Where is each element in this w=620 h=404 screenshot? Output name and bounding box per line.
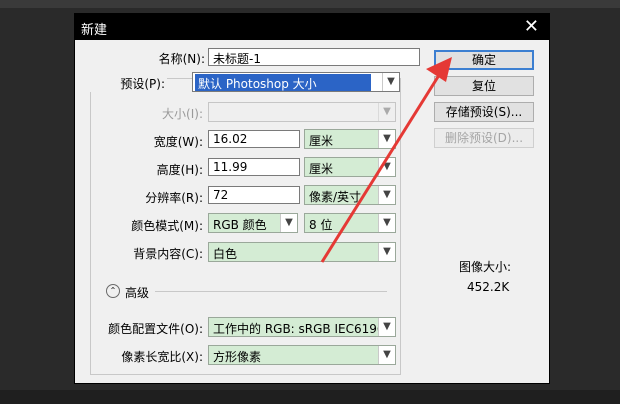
- color-mode-label: 颜色模式(M):: [131, 219, 203, 233]
- resolution-unit-value: 像素/英寸: [309, 190, 362, 204]
- dialog-title: 新建: [81, 23, 108, 38]
- chevron-down-icon: ▼: [378, 318, 395, 336]
- chevron-down-icon: ▼: [378, 158, 395, 176]
- bit-depth-value: 8 位: [309, 218, 333, 232]
- width-label: 宽度(W):: [153, 135, 203, 149]
- color-profile-value: 工作中的 RGB: sRGB IEC6196...: [213, 322, 396, 336]
- height-unit-value: 厘米: [309, 162, 334, 176]
- background-value: 白色: [213, 247, 238, 261]
- workspace-bottom-bar: [0, 390, 620, 404]
- chevron-down-icon: ▼: [280, 214, 297, 232]
- width-input[interactable]: 16.02: [208, 130, 300, 148]
- chevron-down-icon: ▼: [378, 186, 395, 204]
- pixel-aspect-select[interactable]: 方形像素 ▼: [208, 345, 396, 365]
- name-label: 名称(N):: [158, 52, 205, 66]
- resolution-label: 分辨率(R):: [145, 191, 203, 205]
- name-input[interactable]: 未标题-1: [208, 48, 420, 66]
- pixel-aspect-label: 像素长宽比(X):: [121, 350, 203, 364]
- advanced-toggle-label[interactable]: 高级: [125, 284, 149, 301]
- advanced-divider: [155, 291, 387, 292]
- chevron-down-icon: ▼: [378, 130, 395, 148]
- resolution-value: 72: [213, 188, 229, 202]
- preset-select[interactable]: 默认 Photoshop 大小 ▼: [192, 72, 400, 92]
- width-unit-select[interactable]: 厘米 ▼: [304, 129, 396, 149]
- resolution-unit-select[interactable]: 像素/英寸 ▼: [304, 185, 396, 205]
- image-size-label: 图像大小:: [459, 260, 512, 274]
- width-unit-value: 厘米: [309, 134, 334, 148]
- ok-button[interactable]: 确定: [434, 50, 534, 70]
- chevron-down-icon: ▼: [382, 73, 399, 91]
- height-label: 高度(H):: [156, 163, 203, 177]
- height-input[interactable]: 11.99: [208, 158, 300, 176]
- dialog-titlebar: 新建 ✕: [75, 14, 549, 40]
- color-profile-label: 颜色配置文件(O):: [108, 322, 203, 336]
- save-preset-button[interactable]: 存储预设(S)...: [434, 102, 534, 122]
- close-icon[interactable]: ✕: [524, 16, 539, 37]
- preset-label: 预设(P):: [83, 75, 167, 92]
- workspace-top-bar: [0, 0, 620, 8]
- chevron-up-circle-icon[interactable]: ⌃: [106, 284, 120, 298]
- reset-button[interactable]: 复位: [434, 76, 534, 96]
- size-select: ▼: [208, 102, 396, 122]
- image-size-value: 452.2K: [467, 280, 510, 294]
- color-mode-value: RGB 颜色: [213, 218, 267, 232]
- color-profile-select[interactable]: 工作中的 RGB: sRGB IEC6196... ▼: [208, 317, 396, 337]
- chevron-down-icon: ▼: [378, 243, 395, 261]
- delete-preset-button: 删除预设(D)...: [434, 128, 534, 148]
- height-unit-select[interactable]: 厘米 ▼: [304, 157, 396, 177]
- width-value: 16.02: [213, 132, 248, 146]
- resolution-input[interactable]: 72: [208, 186, 300, 204]
- chevron-down-icon: ▼: [378, 103, 395, 121]
- new-document-dialog: 新建 ✕ 名称(N): 未标题-1 预设(P): 默认 Photoshop 大小…: [74, 13, 550, 384]
- pixel-aspect-value: 方形像素: [213, 350, 262, 364]
- background-select[interactable]: 白色 ▼: [208, 242, 396, 262]
- preset-value: 默认 Photoshop 大小: [195, 74, 371, 91]
- name-value: 未标题-1: [213, 52, 261, 66]
- size-label: 大小(I):: [162, 107, 203, 121]
- height-value: 11.99: [213, 160, 248, 174]
- chevron-down-icon: ▼: [378, 346, 395, 364]
- color-mode-select[interactable]: RGB 颜色 ▼: [208, 213, 298, 233]
- bit-depth-select[interactable]: 8 位 ▼: [304, 213, 396, 233]
- background-label: 背景内容(C):: [133, 247, 203, 261]
- chevron-down-icon: ▼: [378, 214, 395, 232]
